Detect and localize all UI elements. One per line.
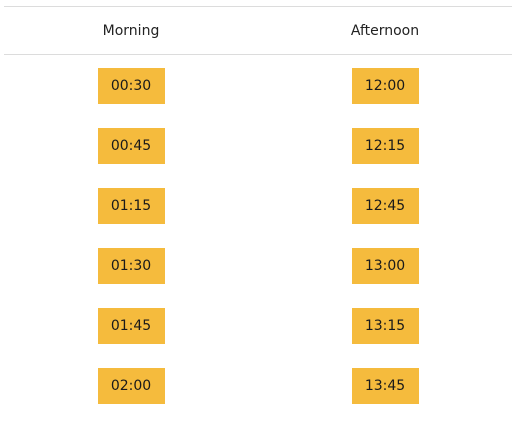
morning-header: Morning — [102, 22, 160, 39]
time-slot-afternoon[interactable]: 13:45 — [351, 368, 419, 404]
time-slot-afternoon[interactable]: 12:15 — [351, 128, 419, 164]
time-slot-afternoon[interactable]: 13:15 — [351, 308, 419, 344]
time-slot-morning[interactable]: 02:00 — [97, 368, 165, 404]
time-slot-morning[interactable]: 01:30 — [97, 248, 165, 284]
time-slot-afternoon[interactable]: 12:45 — [351, 188, 419, 224]
time-slot-afternoon[interactable]: 13:00 — [351, 248, 419, 284]
morning-column: 00:30 00:45 01:15 01:30 01:45 02:00 — [4, 55, 258, 428]
afternoon-header: Afternoon — [350, 22, 420, 39]
time-slot-table: Morning Afternoon 00:30 00:45 01:15 01:3… — [4, 6, 512, 428]
time-slot-morning[interactable]: 00:45 — [97, 128, 165, 164]
time-slot-afternoon[interactable]: 12:00 — [351, 68, 419, 104]
time-slot-morning[interactable]: 01:15 — [97, 188, 165, 224]
table-header: Morning Afternoon — [4, 6, 512, 55]
afternoon-column: 12:00 12:15 12:45 13:00 13:15 13:45 — [258, 55, 512, 428]
time-slot-morning[interactable]: 00:30 — [97, 68, 165, 104]
time-slot-morning[interactable]: 01:45 — [97, 308, 165, 344]
slot-columns: 00:30 00:45 01:15 01:30 01:45 02:00 12:0… — [4, 55, 512, 428]
